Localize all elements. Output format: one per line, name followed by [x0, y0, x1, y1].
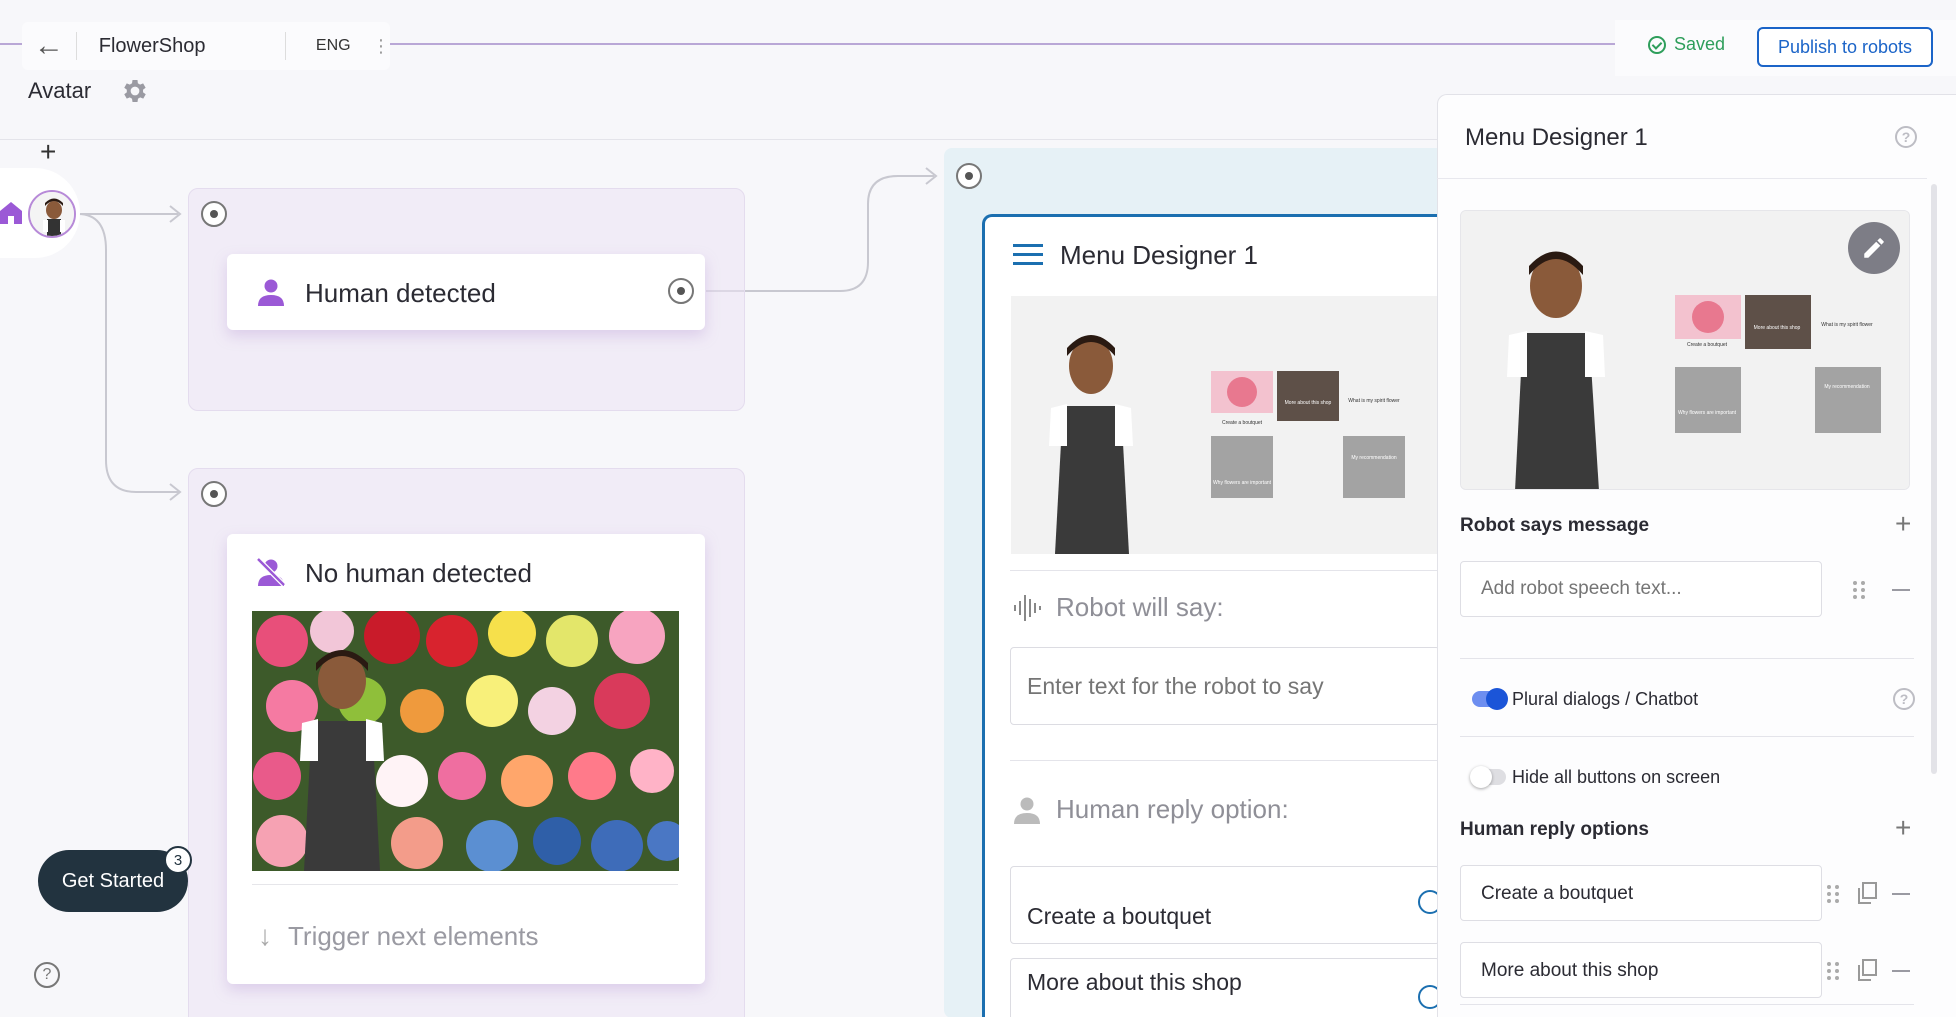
- robot-say-input[interactable]: [1010, 647, 1440, 725]
- divider: [1460, 736, 1914, 737]
- human-reply-options-label: Human reply options: [1460, 819, 1649, 840]
- topbar: ← FlowerShop ENG ⋮: [22, 22, 390, 70]
- preview-tile-label: My recommendation: [1824, 384, 1870, 390]
- app-name: FlowerShop: [98, 34, 206, 57]
- reply-option-input[interactable]: Create a boutquet: [1460, 865, 1822, 921]
- plural-dialogs-toggle[interactable]: [1472, 688, 1508, 710]
- divider: [1460, 1004, 1914, 1005]
- sound-wave-icon: [1014, 594, 1041, 621]
- question-circle-icon[interactable]: ?: [34, 962, 60, 988]
- plus-icon[interactable]: +: [1895, 812, 1911, 844]
- person-off-icon: [256, 557, 286, 587]
- preview-tile-label: Create a boutquet: [1221, 420, 1263, 426]
- human-detected-title: Human detected: [305, 278, 496, 308]
- hamburger-icon[interactable]: [1013, 244, 1043, 266]
- reply-option[interactable]: Create a boutquet: [1010, 866, 1440, 944]
- language-selector[interactable]: ENG: [286, 37, 362, 55]
- preview-tile-label: Why flowers are important: [1677, 410, 1737, 416]
- person-icon: [1014, 797, 1040, 824]
- minus-icon[interactable]: [1892, 589, 1910, 591]
- publish-button[interactable]: Publish to robots: [1757, 27, 1933, 67]
- saved-label: Saved: [1674, 34, 1726, 54]
- input-port[interactable]: [956, 163, 982, 189]
- preview-tile-label: What is my spirit flower: [1348, 398, 1400, 404]
- minus-icon[interactable]: [1892, 970, 1910, 972]
- copy-icon[interactable]: [1857, 882, 1877, 904]
- input-port[interactable]: [201, 201, 227, 227]
- robot-speech-input[interactable]: [1460, 561, 1822, 617]
- hide-buttons-toggle[interactable]: [1470, 766, 1506, 788]
- minus-icon[interactable]: [1892, 893, 1910, 895]
- robot-says-label: Robot says message: [1460, 515, 1650, 536]
- trigger-label: Trigger next elements: [288, 920, 539, 951]
- check-circle-icon: [1648, 35, 1666, 54]
- output-port[interactable]: [668, 278, 694, 304]
- preview-tile-label: Why flowers are important: [1212, 480, 1272, 486]
- arrow-left-icon[interactable]: ←: [22, 22, 76, 70]
- drag-handle-icon[interactable]: [1852, 580, 1866, 600]
- question-circle-icon[interactable]: ?: [1895, 126, 1917, 148]
- page-title: Avatar: [28, 78, 92, 103]
- arrow-down-icon: ↓: [258, 920, 272, 951]
- divider: [0, 139, 1440, 140]
- robot-will-say-label: Robot will say:: [1056, 592, 1224, 622]
- reply-option-label: More about this shop: [1027, 969, 1242, 995]
- trigger-next-elements[interactable]: ↓ Trigger next elements: [258, 920, 538, 952]
- robot-will-say-section: Robot will say:: [1012, 592, 1224, 623]
- menu-designer-title: Menu Designer 1: [1060, 240, 1258, 270]
- no-human-detected-title: No human detected: [305, 558, 532, 588]
- avatar[interactable]: [28, 190, 76, 238]
- preview-tile-label: My recommendation: [1351, 455, 1397, 461]
- copy-icon[interactable]: [1857, 959, 1877, 981]
- person-icon: [258, 279, 284, 306]
- pencil-icon: [1864, 238, 1884, 258]
- preview-tile-label: More about this shop: [1284, 400, 1332, 406]
- divider: [252, 884, 678, 885]
- vertical-dots-icon[interactable]: ⋮: [362, 36, 390, 57]
- get-started-badge: 3: [164, 846, 192, 874]
- divider: [1010, 760, 1440, 761]
- plus-icon[interactable]: +: [1895, 508, 1911, 540]
- question-circle-icon[interactable]: ?: [1893, 688, 1915, 710]
- plus-icon[interactable]: +: [40, 136, 56, 168]
- plural-dialogs-label: Plural dialogs / Chatbot: [1512, 689, 1699, 709]
- panel-scrollbar[interactable]: [1931, 184, 1937, 774]
- preview-tile-label: What is my spirit flower: [1821, 322, 1873, 328]
- divider: [1437, 178, 1927, 179]
- flower-shop-image: [252, 611, 679, 871]
- human-reply-section: Human reply option:: [1012, 794, 1289, 825]
- divider: [1460, 658, 1914, 659]
- panel-menu-preview: [1460, 210, 1910, 490]
- panel-title: Menu Designer 1: [1465, 124, 1648, 151]
- reply-option-input[interactable]: More about this shop: [1460, 942, 1822, 998]
- drag-handle-icon[interactable]: [1826, 961, 1840, 981]
- drag-handle-icon[interactable]: [1826, 884, 1840, 904]
- hide-buttons-label: Hide all buttons on screen: [1512, 767, 1721, 787]
- reply-option[interactable]: More about this shop: [1010, 958, 1440, 1017]
- home-icon[interactable]: [0, 200, 22, 224]
- edit-button[interactable]: [1848, 222, 1900, 274]
- preview-tile-label: Create a boutquet: [1686, 342, 1728, 348]
- preview-tile-label: More about this shop: [1753, 325, 1801, 331]
- gear-icon[interactable]: [120, 76, 150, 106]
- input-port[interactable]: [201, 481, 227, 507]
- human-reply-label: Human reply option:: [1056, 794, 1289, 824]
- divider: [1010, 570, 1440, 571]
- saved-status: Saved: [1648, 34, 1725, 55]
